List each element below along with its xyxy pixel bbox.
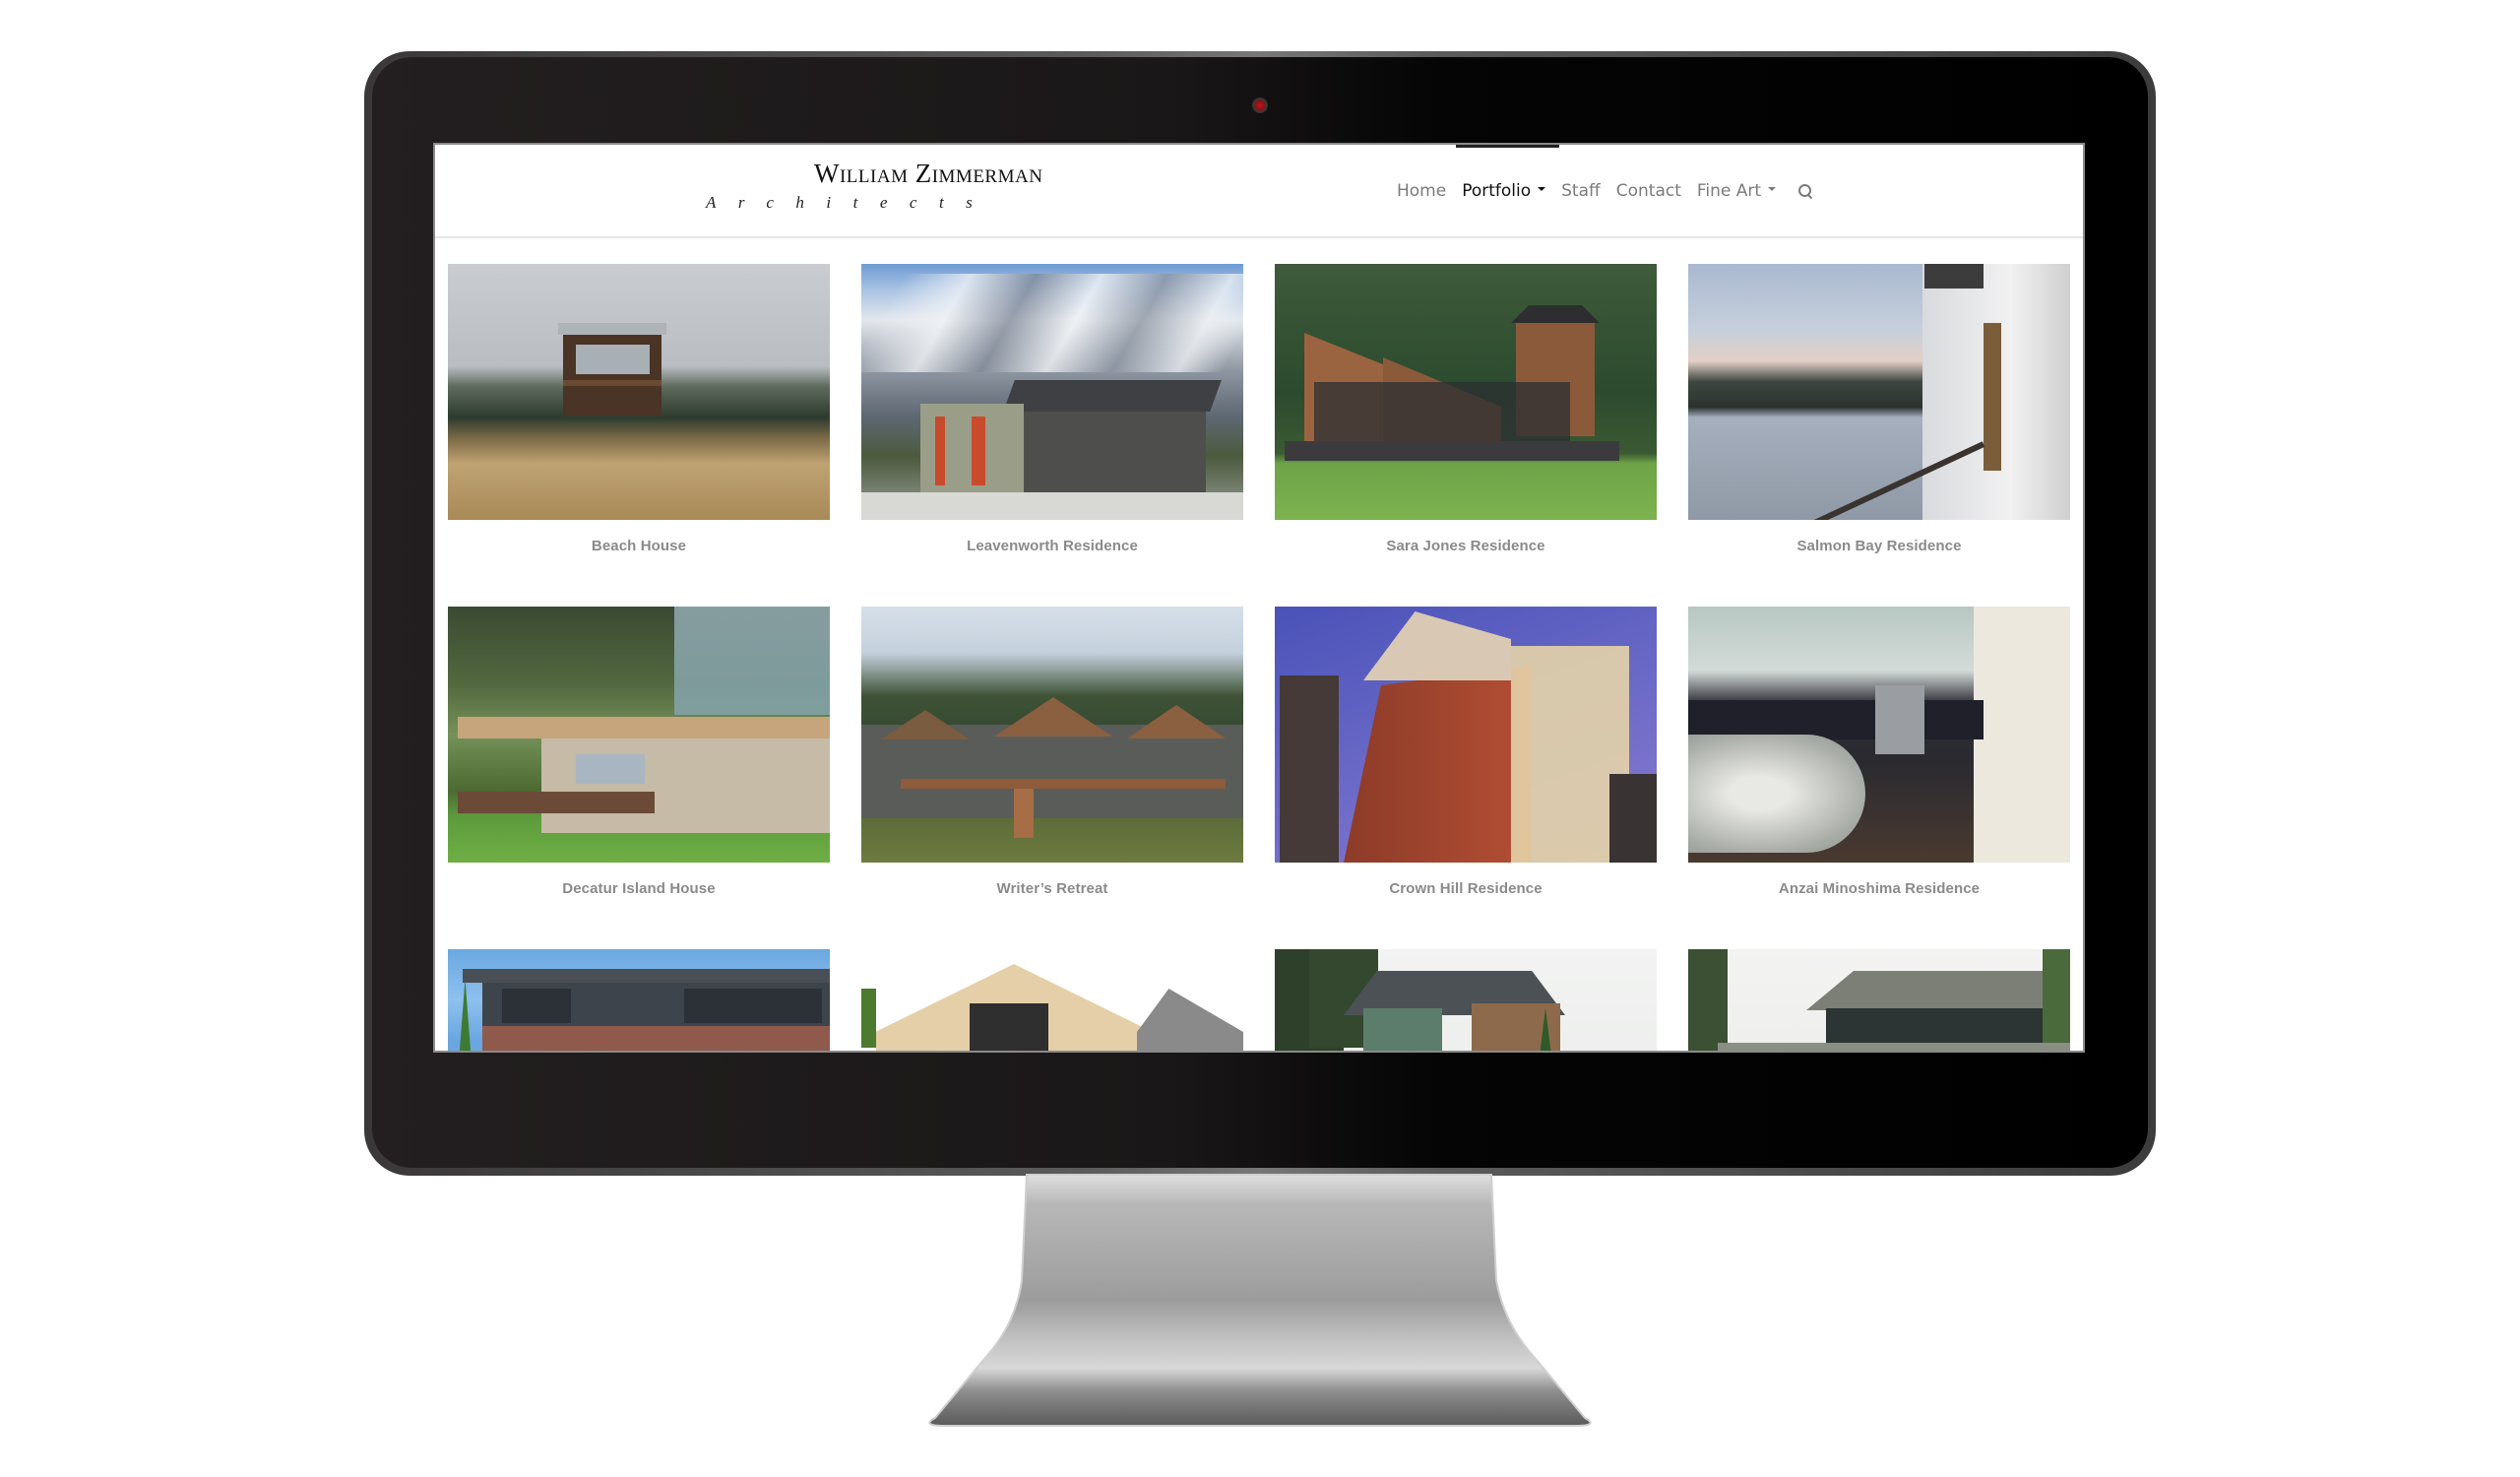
project-tile[interactable]: Anzai Minoshima Residence: [1688, 607, 2070, 897]
project-title[interactable]: Sara Jones Residence: [1275, 538, 1657, 554]
project-tile[interactable]: Beach House: [448, 264, 830, 554]
nav-item-label: Fine Art: [1696, 181, 1762, 201]
project-tile[interactable]: Decatur Island House: [448, 607, 830, 897]
nav-item-label: Portfolio: [1462, 181, 1532, 201]
nav-item-label: Home: [1397, 181, 1447, 201]
nav-item-home[interactable]: Home: [1397, 181, 1446, 201]
crown-hill-residence-photo[interactable]: [1275, 607, 1657, 863]
project-tile[interactable]: [448, 949, 830, 1051]
project-title[interactable]: Leavenworth Residence: [861, 538, 1243, 554]
caret-down-icon: [1538, 187, 1546, 191]
project-title[interactable]: Anzai Minoshima Residence: [1688, 880, 2070, 897]
gable-house-photo[interactable]: [861, 949, 1243, 1051]
nav-item-portfolio[interactable]: Portfolio: [1462, 181, 1546, 201]
project-tile[interactable]: Crown Hill Residence: [1275, 607, 1657, 897]
project-title[interactable]: Writer’s Retreat: [861, 880, 1243, 897]
project-tile[interactable]: Salmon Bay Residence: [1688, 264, 2070, 554]
project-tile[interactable]: Sara Jones Residence: [1275, 264, 1657, 554]
decatur-island-house-photo[interactable]: [448, 607, 830, 863]
project-title[interactable]: Crown Hill Residence: [1275, 880, 1657, 897]
sara-jones-residence-photo[interactable]: [1275, 264, 1657, 520]
nav-item-label: Contact: [1615, 181, 1681, 201]
green-craftsman-house-photo[interactable]: [1275, 949, 1657, 1051]
site-header: William Zimmerman Architects Home Portfo…: [435, 145, 2083, 238]
search-icon-handle: [1807, 194, 1813, 200]
beach-house-photo[interactable]: [448, 264, 830, 520]
project-tile[interactable]: [1275, 949, 1657, 1051]
project-tile[interactable]: Leavenworth Residence: [861, 264, 1243, 554]
project-tile[interactable]: Writer’s Retreat: [861, 607, 1243, 897]
logo-title[interactable]: William Zimmerman: [814, 159, 1042, 189]
screen: William Zimmerman Architects Home Portfo…: [433, 143, 2085, 1053]
leavenworth-residence-photo[interactable]: [861, 264, 1243, 520]
project-tile[interactable]: [1688, 949, 2070, 1051]
bungalow-house-photo[interactable]: [1688, 949, 2070, 1051]
nav-item-fine-art[interactable]: Fine Art: [1696, 181, 1777, 201]
nav-item-label: Staff: [1561, 181, 1601, 201]
project-title[interactable]: Beach House: [448, 538, 830, 554]
caret-down-icon: [1768, 187, 1777, 191]
brick-prairie-house-photo[interactable]: [448, 949, 830, 1051]
writers-retreat-photo[interactable]: [861, 607, 1243, 863]
salmon-bay-residence-photo[interactable]: [1688, 264, 2070, 520]
stand-body: [928, 1174, 1592, 1427]
anzai-minoshima-residence-photo[interactable]: [1688, 607, 2070, 863]
project-title[interactable]: Salmon Bay Residence: [1688, 538, 2070, 554]
nav-item-contact[interactable]: Contact: [1616, 181, 1681, 201]
logo-subtitle[interactable]: Architects: [706, 193, 994, 213]
project-title[interactable]: Decatur Island House: [448, 880, 830, 897]
nav-item-staff[interactable]: Staff: [1561, 181, 1601, 201]
search-button[interactable]: [1797, 183, 1813, 200]
project-tile[interactable]: [861, 949, 1243, 1051]
main-nav: Home Portfolio Staff Contact Fine Art: [1397, 176, 1813, 206]
active-nav-indicator: [1456, 145, 1559, 148]
